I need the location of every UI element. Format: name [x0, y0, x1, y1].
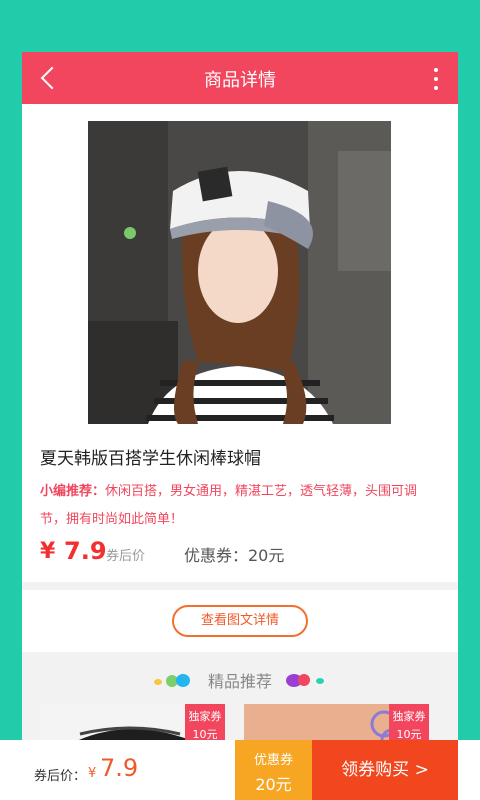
coupon-info: 优惠券：20元	[184, 546, 285, 565]
currency-symbol: ¥	[40, 539, 56, 564]
product-title: 夏天韩版百搭学生休闲棒球帽	[40, 449, 261, 469]
tag-line-1: 独家券	[392, 710, 426, 723]
section-divider	[22, 582, 458, 590]
recommend-heading: 精品推荐	[207, 672, 272, 691]
product-price: 7.9	[64, 537, 107, 565]
buy-button[interactable]: 领券购买 >	[312, 740, 458, 800]
price-note: 券后价	[106, 549, 146, 564]
decor-dot-icon	[298, 674, 310, 686]
tag-line-1: 独家券	[188, 710, 222, 723]
page-title: 商品详情	[204, 70, 276, 91]
product-photo	[88, 121, 391, 424]
more-options-icon[interactable]	[432, 68, 440, 92]
editor-recommendation: 小编推荐：休闲百搭，男女通用，精湛工艺，透气轻薄，头围可调节，拥有时尚如此简单！	[40, 478, 440, 534]
bottom-currency: ¥	[88, 766, 97, 781]
view-details-button[interactable]: 查看图文详情	[172, 605, 308, 637]
app-screen: 商品详情 夏天韩版百搭学生休闲棒球帽 小编推荐：休闲百搭，男女通用，精湛工艺，透…	[22, 52, 458, 800]
coupon-label: 优惠券	[253, 753, 293, 768]
price-row: ¥ 7.9 券后价 优惠券：20元	[40, 537, 440, 567]
bottom-price-label: 券后价：	[34, 769, 87, 784]
coupon-amount: 20元	[255, 775, 292, 794]
coupon-button[interactable]: 优惠券 20元	[235, 740, 312, 800]
product-image[interactable]	[88, 121, 391, 424]
bottom-bar: 券后价： ¥ 7.9 优惠券 20元 领券购买 >	[0, 740, 480, 800]
bottom-price-area: 券后价： ¥ 7.9	[0, 740, 235, 800]
top-bar: 商品详情	[22, 52, 458, 104]
decor-dot-icon	[316, 678, 324, 684]
recommendation-label: 小编推荐：	[40, 484, 106, 499]
bottom-price: 7.9	[100, 754, 139, 782]
